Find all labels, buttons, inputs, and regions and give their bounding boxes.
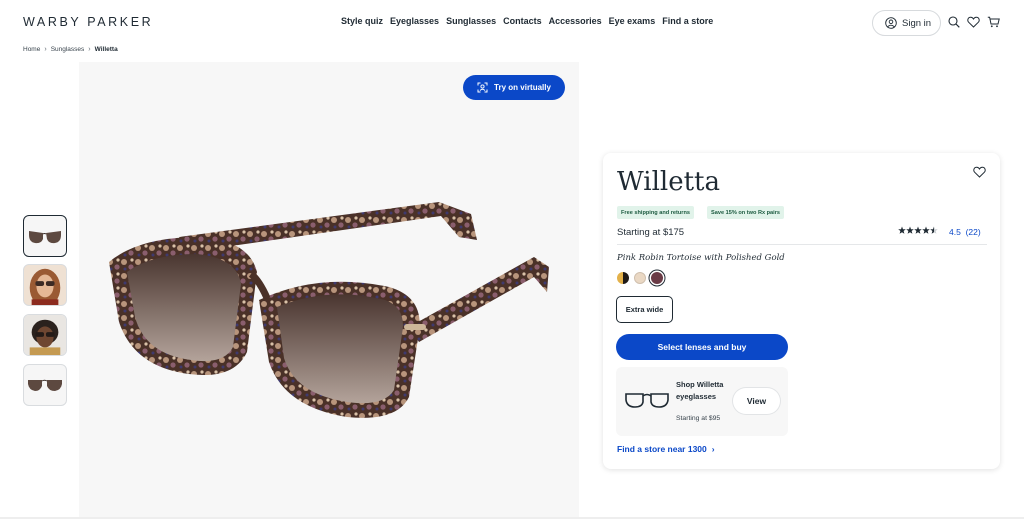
try-on-virtually-button[interactable]: Try on virtually <box>463 75 565 100</box>
user-icon <box>885 17 897 29</box>
shop-eyeglasses-title: Shop Willetta eyeglasses <box>676 380 724 401</box>
nav-contacts[interactable]: Contacts <box>503 16 542 26</box>
stars-icon <box>898 226 938 234</box>
nav-accessories[interactable]: Accessories <box>549 16 602 26</box>
breadcrumb-current: Willetta <box>94 46 118 53</box>
thumbnail-model-2[interactable] <box>23 314 67 356</box>
nav-find-a-store[interactable]: Find a store <box>662 16 713 26</box>
rating-summary[interactable]: 4.5 (22) <box>949 227 981 237</box>
product-price: Starting at $175 <box>617 227 685 238</box>
breadcrumb-home[interactable]: Home <box>23 46 40 53</box>
view-eyeglasses-button[interactable]: View <box>733 388 780 414</box>
find-store-link[interactable]: Find a store near 1300 › <box>617 444 715 454</box>
cart-icon[interactable] <box>987 16 1000 28</box>
site-header: WARBY PARKER Style quiz Eyeglasses Sungl… <box>0 0 1024 44</box>
review-count: (22) <box>965 227 981 237</box>
free-shipping-badge: Free shipping and returns <box>617 206 694 219</box>
sign-in-button[interactable]: Sign in <box>872 10 941 36</box>
try-on-label: Try on virtually <box>494 83 551 92</box>
divider <box>617 244 987 245</box>
sunglasses-angle-image <box>28 379 62 391</box>
breadcrumb: Home › Sunglasses › Willetta <box>23 46 118 53</box>
thumbnail-angle[interactable] <box>23 364 67 406</box>
nav-eye-exams[interactable]: Eye exams <box>609 16 656 26</box>
heart-icon[interactable] <box>967 16 980 28</box>
face-scan-icon <box>477 82 488 93</box>
chevron-right-icon: › <box>44 46 47 53</box>
swatch-crystal[interactable] <box>634 272 646 284</box>
sunglasses-product-image <box>109 202 549 418</box>
swatch-black-gold[interactable] <box>617 272 629 284</box>
sign-in-label: Sign in <box>902 17 932 29</box>
chevron-right-icon: › <box>88 46 91 53</box>
find-store-label: Find a store near 1300 <box>617 444 707 454</box>
sunglasses-thumb-image <box>29 231 61 244</box>
model-photo-1 <box>24 265 66 305</box>
product-details-card: Willetta Free shipping and returns Save … <box>603 153 1000 469</box>
swatch-pink-robin-tortoise[interactable] <box>651 272 663 284</box>
model-photo-2 <box>24 315 66 355</box>
color-name: Pink Robin Tortoise with Polished Gold <box>617 253 785 263</box>
search-icon[interactable] <box>948 16 960 28</box>
chevron-right-icon: › <box>711 444 715 454</box>
product-title: Willetta <box>617 167 720 197</box>
nav-sunglasses[interactable]: Sunglasses <box>446 16 496 26</box>
rating-value: 4.5 <box>949 227 961 237</box>
thumbnail-model-1[interactable] <box>23 264 67 306</box>
eyeglasses-icon <box>625 393 669 408</box>
save-rx-badge: Save 15% on two Rx pairs <box>707 206 785 219</box>
warby-parker-logo[interactable]: WARBY PARKER <box>23 15 153 29</box>
eyeglasses-price: Starting at $95 <box>676 415 721 422</box>
nav-style-quiz[interactable]: Style quiz <box>341 16 383 26</box>
main-nav: Style quiz Eyeglasses Sunglasses Contact… <box>341 16 720 26</box>
shop-eyeglasses-card[interactable]: Shop Willetta eyeglasses Starting at $95… <box>616 367 788 436</box>
select-lenses-button[interactable]: Select lenses and buy <box>616 334 788 360</box>
product-image-panel <box>79 62 579 519</box>
breadcrumb-sunglasses[interactable]: Sunglasses <box>51 46 85 53</box>
favorite-heart-icon[interactable] <box>973 166 986 178</box>
thumbnail-front[interactable] <box>23 215 67 257</box>
width-option-extra-wide[interactable]: Extra wide <box>616 296 673 323</box>
nav-eyeglasses[interactable]: Eyeglasses <box>390 16 439 26</box>
star-rating[interactable] <box>898 226 938 235</box>
